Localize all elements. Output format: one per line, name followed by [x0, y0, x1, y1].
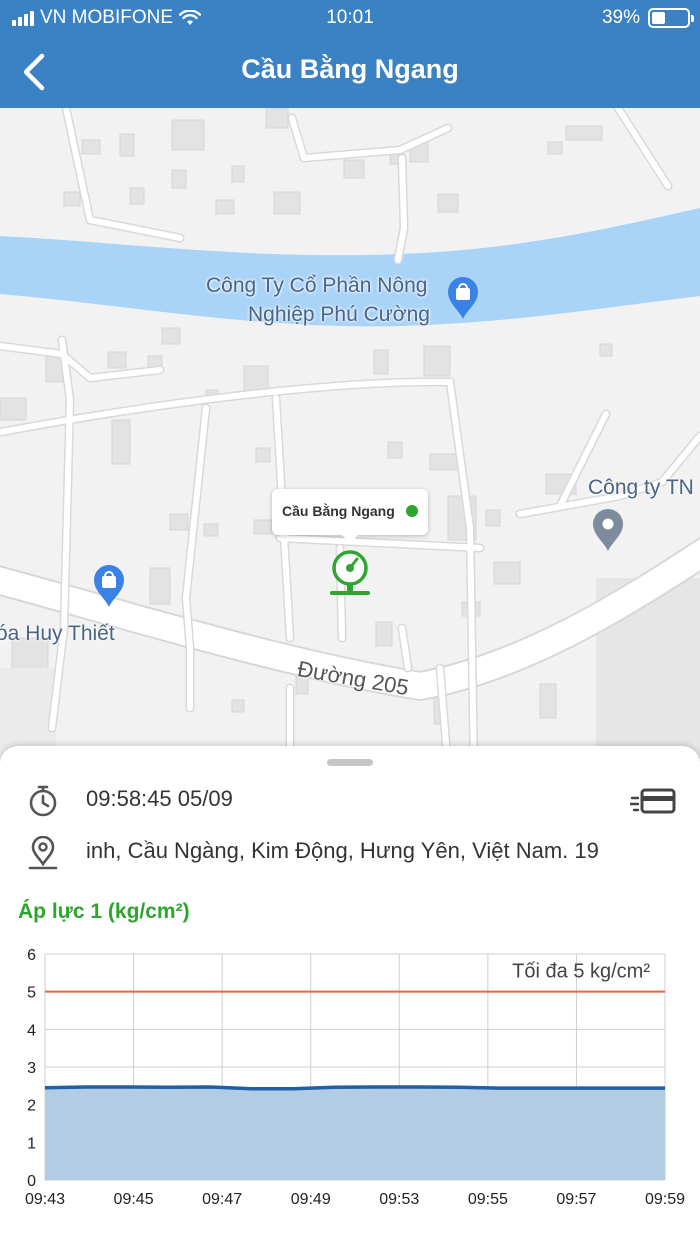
threshold-label: Tối đa 5 kg/cm²: [512, 961, 650, 983]
place-pin-icon[interactable]: [591, 508, 625, 552]
pressure-gauge-icon[interactable]: [328, 548, 372, 600]
battery-percent: 39%: [601, 7, 640, 28]
chart-title: Áp lực 1 (kg/cm²): [18, 900, 190, 923]
address: inh, Cầu Ngàng, Kim Động, Hưng Yên, Việt…: [86, 838, 599, 863]
y-tick-label: 2: [27, 1098, 36, 1115]
x-tick-label: 09:57: [556, 1191, 596, 1208]
x-tick-label: 09:59: [645, 1191, 685, 1208]
clock-icon: [29, 785, 57, 817]
status-bar: VN MOBIFONE 10:01 39%: [0, 0, 700, 36]
status-dot: [406, 505, 418, 517]
clock: 10:01: [326, 7, 374, 28]
x-tick-label: 09:53: [379, 1191, 419, 1208]
shop-pin-icon[interactable]: [92, 564, 126, 608]
y-tick-label: 3: [27, 1060, 36, 1077]
series-line: [44, 1085, 665, 1091]
x-tick-label: 09:43: [25, 1191, 65, 1208]
address-marquee: inh, Cầu Ngàng, Kim Động, Hưng Yên, Việt…: [86, 838, 686, 872]
y-tick-label: 6: [27, 947, 36, 964]
y-tick-label: 1: [27, 1135, 36, 1152]
pressure-chart: 0 1 2 3 4 5 6 09:43 09:45 09:47 09:49 09:53 09:55 09:…: [25, 947, 685, 1208]
battery-icon: [648, 8, 694, 28]
map-label-company-2: Nghiệp Phú Cường: [248, 303, 430, 326]
timestamp: 09:58:45 05/09: [86, 786, 233, 811]
y-tick-label: 5: [27, 985, 36, 1002]
address-row: inh, Cầu Ngàng, Kim Động, Hưng Yên, Việt…: [0, 834, 700, 874]
detail-panel: 09:58:45 05/09 inh, Cầu Ngàng, Kim Động,…: [0, 746, 700, 1244]
callout-title: Cầu Bằng Ngang: [282, 503, 395, 519]
page-title: Cầu Bằng Ngang: [241, 54, 459, 84]
x-tick-label: 09:49: [291, 1191, 331, 1208]
y-tick-label: 4: [27, 1022, 36, 1039]
x-tick-label: 09:55: [468, 1191, 508, 1208]
location-pin-icon: [28, 836, 58, 870]
timestamp-row: 09:58:45 05/09: [0, 782, 700, 822]
map-label-shop: óa Huy Thiết: [0, 622, 115, 645]
x-tick-label: 09:45: [114, 1191, 154, 1208]
map-view[interactable]: Công Ty Cổ Phần Nông Nghiệp Phú Cường Cô…: [0, 108, 700, 768]
app-header: VN MOBIFONE 10:01 39% Cầu Bằng Ngang: [0, 0, 700, 108]
series-area: [45, 1087, 665, 1180]
shop-pin-icon[interactable]: [446, 276, 480, 320]
x-tick-label: 09:47: [202, 1191, 242, 1208]
y-tick-label: 0: [27, 1173, 36, 1190]
map-label-company: Công Ty Cổ Phần Nông: [206, 274, 428, 297]
drag-handle[interactable]: [327, 759, 373, 766]
card-icon[interactable]: [630, 788, 676, 816]
status-right: 39%: [601, 7, 694, 29]
map-label-company-tn: Công ty TN: [588, 476, 694, 499]
marker-callout[interactable]: Cầu Bằng Ngang: [272, 489, 428, 543]
